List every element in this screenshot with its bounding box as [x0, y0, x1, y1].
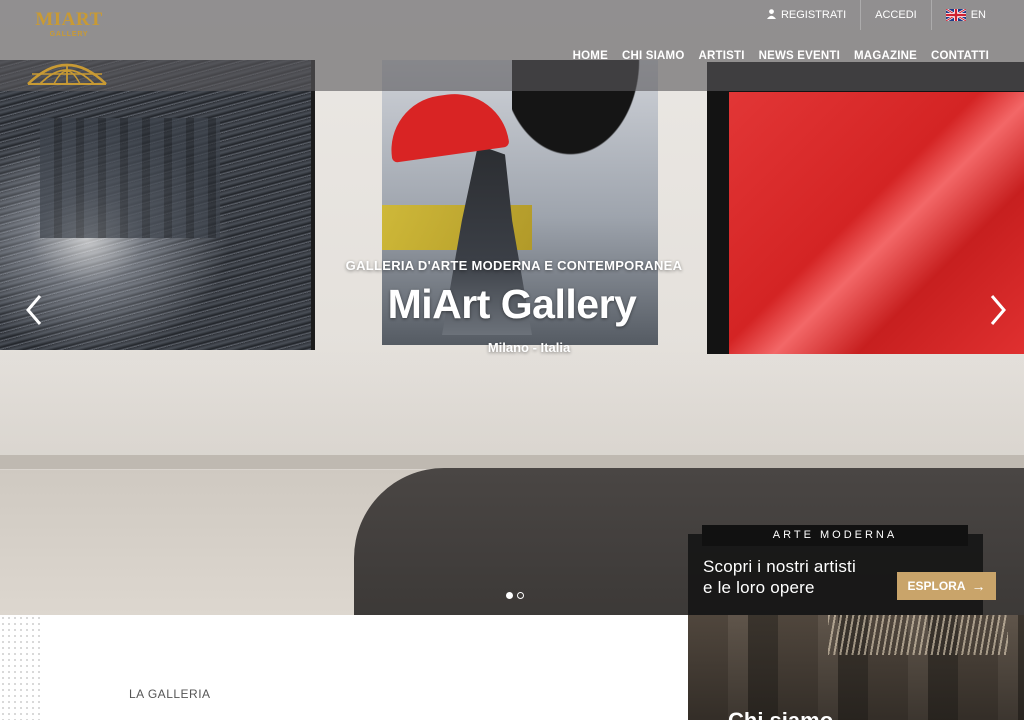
slider-dots	[506, 592, 524, 599]
nav-home[interactable]: HOME	[573, 50, 608, 62]
baseboard	[0, 455, 1024, 469]
arrow-right-icon: →	[971, 578, 986, 594]
uk-flag-icon	[945, 9, 966, 21]
hero-subtitle: Milano - Italia	[487, 340, 571, 355]
gallery-section	[0, 615, 688, 720]
section-label: LA GALLERIA	[129, 687, 211, 701]
nav-magazine[interactable]: MAGAZINE	[854, 50, 917, 62]
logo-sub: GALLERY	[49, 31, 89, 38]
main-nav: HOME CHI SIAMO ARTISTI NEWS EVENTI MAGAZ…	[573, 50, 989, 62]
promo-line-1: Scopri i nostri artisti	[703, 557, 856, 576]
site-logo[interactable]: MIART GALLERY	[20, 6, 115, 86]
register-label: REGISTRATI	[780, 9, 847, 21]
explore-button-label: ESPLORA	[907, 579, 966, 593]
hero-kicker: GALLERIA D'ARTE MODERNA E CONTEMPORANEA	[345, 258, 683, 273]
about-image	[688, 615, 1024, 720]
nav-contatti[interactable]: CONTATTI	[931, 50, 989, 62]
dot-pattern	[0, 615, 44, 720]
chevron-right-icon	[990, 295, 1006, 325]
login-label: ACCEDI	[875, 9, 917, 21]
site-header: MIART GALLERY REGISTRATI ACCEDI EN HOME …	[0, 0, 1024, 91]
promo-label: ARTE MODERNA	[702, 525, 968, 546]
promo-text: Scopri i nostri artisti e le loro opere	[703, 556, 893, 598]
nav-news-eventi[interactable]: NEWS EVENTI	[759, 50, 840, 62]
promo-line-2: e le loro opere	[703, 578, 815, 597]
slider-next-button[interactable]	[982, 290, 1012, 330]
slider-dot-1[interactable]	[506, 592, 513, 599]
hero-slider: GALLERIA D'ARTE MODERNA E CONTEMPORANEA …	[0, 0, 1024, 615]
nav-artisti[interactable]: ARTISTI	[698, 50, 744, 62]
slider-prev-button[interactable]	[20, 290, 50, 330]
top-bar: REGISTRATI ACCEDI EN	[753, 0, 1000, 30]
user-icon	[766, 8, 776, 22]
about-title: Chi siamo	[728, 708, 833, 720]
login-link[interactable]: ACCEDI	[860, 0, 931, 30]
logo-name: MIART	[35, 9, 103, 30]
language-switch[interactable]: EN	[930, 0, 1000, 30]
globe-logo-icon	[27, 63, 107, 85]
language-label: EN	[970, 9, 986, 21]
hero-caption: GALLERIA D'ARTE MODERNA E CONTEMPORANEA …	[0, 258, 1024, 355]
slider-dot-2[interactable]	[517, 592, 524, 599]
explore-button[interactable]: ESPLORA →	[897, 572, 996, 600]
hero-title: MiArt Gallery	[387, 281, 637, 327]
nav-chi-siamo[interactable]: CHI SIAMO	[622, 50, 685, 62]
chevron-left-icon	[26, 295, 42, 325]
register-link[interactable]: REGISTRATI	[753, 0, 860, 30]
